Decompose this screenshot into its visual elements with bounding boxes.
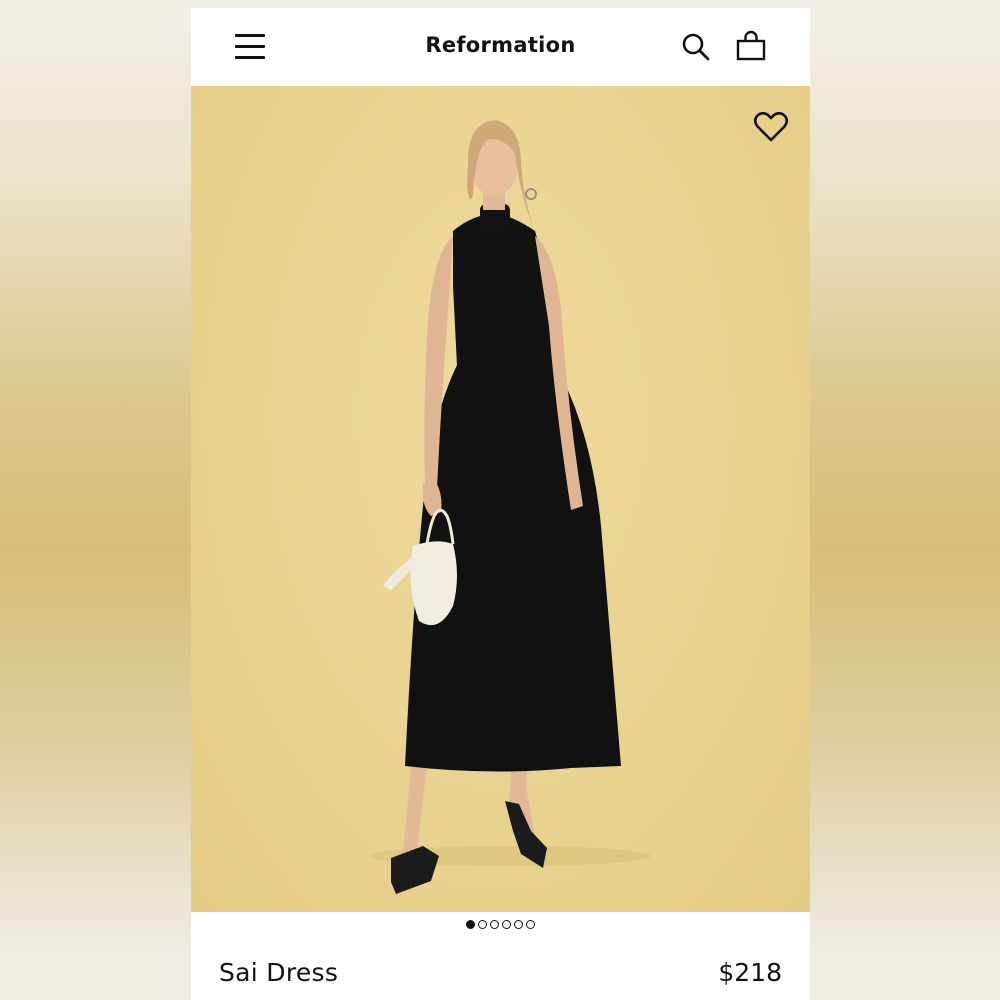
phone-screen: Reformation Sai Dress $218 [191,0,810,1000]
carousel-indicators [191,920,810,936]
background-blur-right [810,0,1000,1000]
model-photo [371,120,651,894]
carousel-dot[interactable] [490,920,499,929]
app-header: Reformation [191,8,810,86]
product-name: Sai Dress [219,958,339,987]
heart-icon[interactable] [753,110,789,144]
product-price: $218 [718,958,782,987]
brand-logo[interactable]: Reformation [191,33,810,57]
status-strip [191,0,810,8]
carousel-dot[interactable] [526,920,535,929]
product-image[interactable] [191,86,810,912]
carousel-dot[interactable] [478,920,487,929]
carousel-dot[interactable] [514,920,523,929]
carousel-dot[interactable] [502,920,511,929]
background-blur-left [0,0,191,1000]
carousel-dot[interactable] [466,920,475,929]
search-icon[interactable] [681,32,711,62]
shopping-bag-icon[interactable] [735,30,767,62]
